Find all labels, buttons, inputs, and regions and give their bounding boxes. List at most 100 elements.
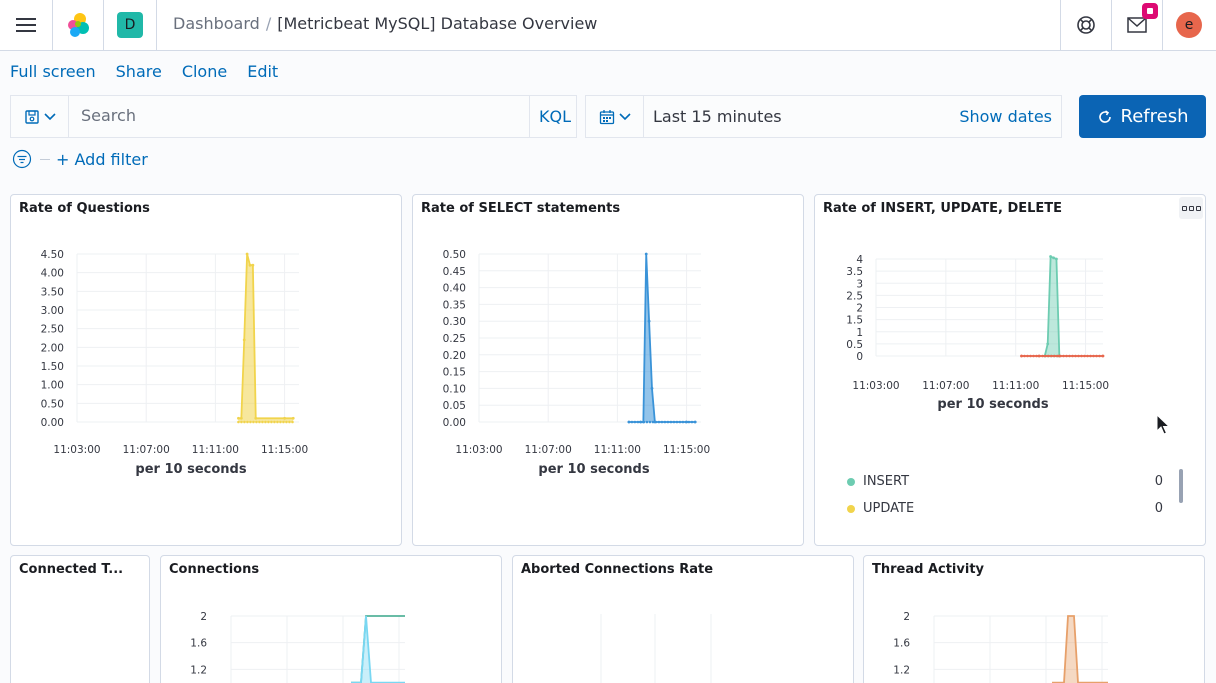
y-tick-label: 1.6: [893, 638, 910, 650]
panel-rate-of-select: Rate of SELECT statements 0.00 0.05 0.10 0.…: [412, 194, 804, 546]
series-point: [1052, 256, 1055, 260]
series-point: [246, 420, 249, 424]
show-dates-button[interactable]: Show dates: [959, 107, 1052, 126]
query-language-button[interactable]: KQL: [539, 107, 571, 126]
chevron-down-icon: [618, 112, 631, 120]
series-point: [669, 420, 673, 424]
y-tick-label: 1.5: [846, 315, 863, 327]
series-point: [672, 420, 676, 424]
y-tick-label: 3: [856, 278, 863, 290]
series-point: [630, 420, 634, 424]
series-point: [1053, 354, 1056, 358]
x-tick-label: 11:11:00: [992, 380, 1039, 392]
series-point: [660, 420, 664, 424]
legend-item-update[interactable]: UPDATE 0: [847, 501, 1163, 516]
series-point: [675, 420, 679, 424]
full-screen-link[interactable]: Full screen: [10, 62, 96, 81]
y-tick-label: 0.40: [443, 283, 466, 295]
series-point: [1029, 354, 1032, 358]
mouse-cursor-icon: [1156, 414, 1170, 435]
series-point: [644, 252, 648, 256]
y-tick-label: 0.15: [443, 367, 466, 379]
series-point: [1049, 255, 1053, 258]
y-tick-label: 0.50: [41, 398, 64, 410]
panel-connections: Connections 0.81.21.62: [160, 555, 502, 683]
series-point: [636, 420, 640, 424]
x-tick-label: 11:15:00: [1062, 380, 1109, 392]
calendar-icon: [599, 109, 614, 124]
menu-button[interactable]: [0, 0, 52, 50]
series-line: [1052, 615, 1108, 683]
thread-activity-chart: 0.81.21.62: [893, 611, 1108, 683]
x-axis-title: per 10 seconds: [538, 462, 649, 477]
time-range-display[interactable]: Last 15 minutes: [653, 107, 782, 126]
legend-scrollbar[interactable]: [1179, 469, 1183, 503]
notification-badge: [1142, 3, 1158, 19]
series-point: [1020, 354, 1023, 358]
series-point: [249, 420, 252, 424]
breadcrumb: Dashboard / [Metricbeat MySQL] Database Ov…: [173, 14, 597, 33]
x-tick-label: 11:03:00: [53, 444, 100, 456]
y-tick-label: 2: [200, 611, 207, 623]
series-point: [258, 420, 261, 424]
breadcrumb-dashboard[interactable]: Dashboard: [173, 14, 260, 33]
share-link[interactable]: Share: [116, 62, 162, 81]
series-point: [639, 420, 642, 424]
avatar: e: [1176, 12, 1202, 38]
y-tick-label: 0.25: [443, 333, 466, 345]
series-point: [1026, 354, 1029, 358]
series-point: [285, 420, 288, 424]
series-point: [678, 420, 682, 424]
clone-link[interactable]: Clone: [182, 62, 227, 81]
y-tick-label: 1.00: [41, 380, 64, 392]
help-button[interactable]: [1061, 0, 1111, 50]
y-tick-label: 0.00: [41, 417, 64, 429]
series-point: [1098, 354, 1101, 358]
date-picker: Last 15 minutes Show dates: [585, 95, 1062, 138]
series-point: [1035, 354, 1038, 358]
refresh-button[interactable]: Refresh: [1079, 95, 1206, 138]
search-input[interactable]: Search: [81, 106, 136, 125]
series-line: [351, 615, 405, 683]
series-point: [653, 420, 657, 424]
legend-label: UPDATE: [863, 501, 915, 516]
quick-select-button[interactable]: [586, 96, 643, 137]
x-tick-label: 11:03:00: [852, 380, 899, 392]
menu-icon: [16, 18, 36, 32]
panel-aborted-connections-rate: Aborted Connections Rate: [512, 555, 854, 683]
edit-link[interactable]: Edit: [247, 62, 278, 81]
saved-query-button[interactable]: [11, 96, 68, 137]
y-tick-label: 0.5: [846, 339, 863, 351]
series-point: [243, 420, 246, 424]
y-tick-label: 1.2: [893, 664, 910, 676]
series-point: [1083, 354, 1086, 358]
filter-icon[interactable]: [12, 149, 32, 169]
elastic-logo[interactable]: [53, 0, 103, 50]
series-point: [248, 263, 252, 267]
series-point: [666, 420, 670, 424]
y-tick-label: 0.10: [443, 383, 466, 395]
user-menu[interactable]: e: [1163, 0, 1215, 50]
series-point: [267, 420, 270, 424]
y-tick-label: 2: [856, 303, 863, 315]
y-tick-label: 0.00: [443, 417, 466, 429]
legend-value: 0: [1154, 501, 1163, 516]
legend-item-insert[interactable]: INSERT 0: [847, 474, 1163, 489]
legend-value: 0: [1154, 474, 1163, 489]
connections-chart: 0.81.21.62: [190, 611, 405, 683]
refresh-icon: [1098, 109, 1111, 123]
series-area: [1052, 616, 1108, 683]
series-point: [264, 420, 267, 424]
space-selector[interactable]: D: [104, 0, 156, 50]
y-tick-label: 4: [856, 254, 863, 266]
series-point: [681, 420, 685, 424]
series-point: [240, 420, 243, 424]
y-tick-label: 0.35: [443, 299, 466, 311]
y-tick-label: 1.2: [190, 664, 207, 676]
series-point: [1065, 354, 1068, 358]
legend-label: INSERT: [863, 474, 910, 489]
y-tick-label: 3.00: [41, 305, 64, 317]
aborted-chart: [600, 614, 712, 683]
add-filter-button[interactable]: + Add filter: [56, 150, 148, 169]
series-point: [663, 420, 667, 424]
